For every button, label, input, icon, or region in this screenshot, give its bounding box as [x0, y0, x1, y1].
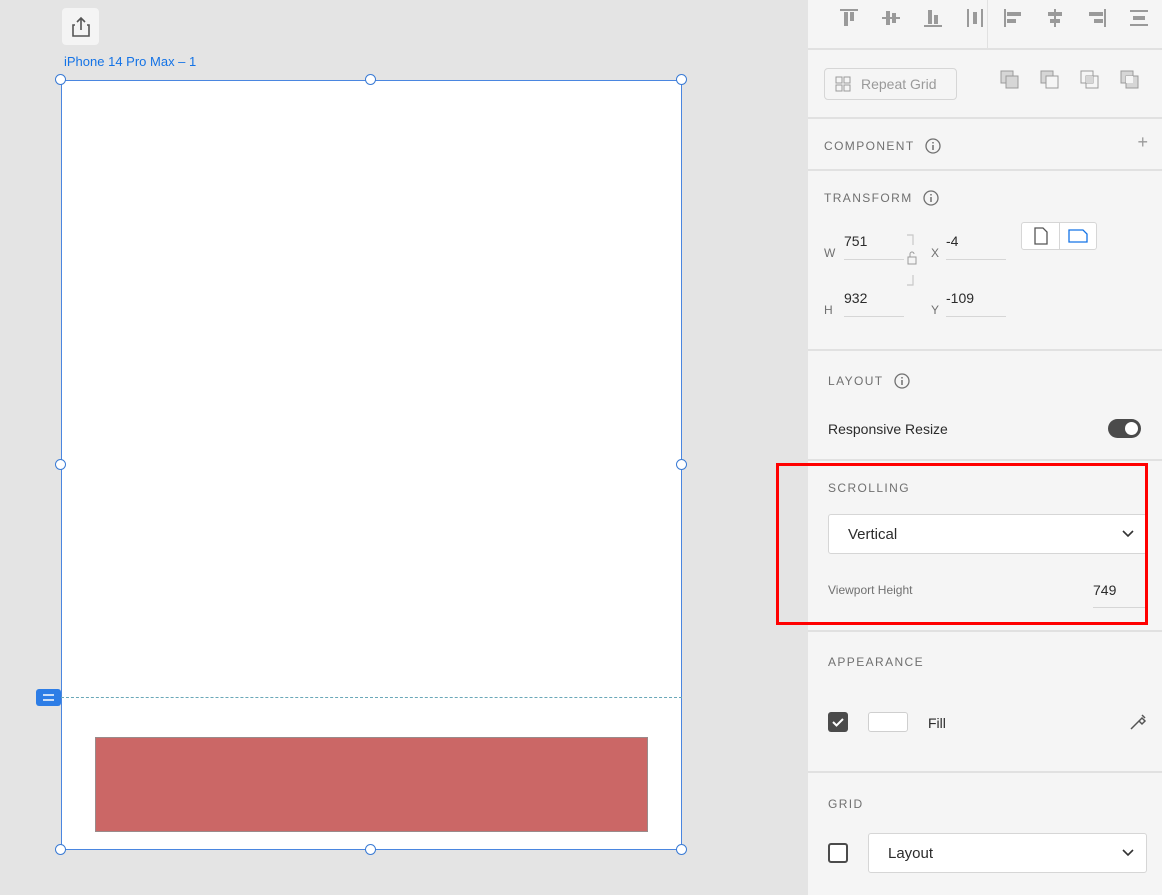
viewport-height-line[interactable]: [61, 697, 682, 698]
resize-handle-top-left[interactable]: [55, 74, 66, 85]
align-middle-icon[interactable]: [870, 4, 912, 32]
boolean-intersect-icon[interactable]: [1080, 70, 1100, 90]
component-section: COMPONENT +: [808, 119, 1162, 171]
align-top-icon[interactable]: [828, 4, 870, 32]
info-icon[interactable]: [922, 190, 939, 206]
fill-color-swatch[interactable]: [868, 712, 908, 732]
repeat-grid-button[interactable]: Repeat Grid: [824, 68, 957, 100]
resize-handle-bottom[interactable]: [365, 844, 376, 855]
transform-section: TRANSFORM W 751 H 932 X -4 Y -109: [808, 171, 1162, 351]
transform-title: TRANSFORM: [824, 191, 913, 205]
lock-aspect-icon[interactable]: [905, 233, 919, 287]
align-toolbar: [808, 0, 1162, 50]
align-left-icon[interactable]: [992, 4, 1034, 32]
eyedropper-icon[interactable]: [1128, 712, 1148, 732]
fill-checkbox[interactable]: [828, 712, 848, 732]
info-icon[interactable]: [893, 373, 910, 389]
distribute-horizontal-icon[interactable]: [1118, 4, 1160, 32]
x-input[interactable]: -4: [946, 233, 1006, 260]
fill-label: Fill: [928, 715, 946, 731]
resize-handle-right[interactable]: [676, 459, 687, 470]
height-input[interactable]: 932: [844, 290, 904, 317]
boolean-subtract-icon[interactable]: [1040, 70, 1060, 90]
responsive-resize-toggle[interactable]: [1108, 419, 1141, 438]
appearance-section: APPEARANCE Fill: [808, 632, 1162, 773]
width-input[interactable]: 751: [844, 233, 904, 260]
resize-handle-bottom-left[interactable]: [55, 844, 66, 855]
info-icon[interactable]: [924, 138, 941, 154]
repeat-grid-label: Repeat Grid: [861, 76, 937, 92]
boolean-exclude-icon[interactable]: [1120, 70, 1140, 90]
grid-section: GRID Layout: [808, 773, 1162, 895]
checkmark-icon: [832, 718, 844, 727]
layout-title: LAYOUT: [828, 374, 884, 388]
align-bottom-icon[interactable]: [912, 4, 954, 32]
component-title: COMPONENT: [824, 139, 915, 153]
x-label: X: [931, 246, 940, 260]
grid-type-dropdown[interactable]: Layout: [868, 833, 1147, 873]
artboard-name[interactable]: iPhone 14 Pro Max – 1: [64, 54, 196, 69]
orientation-toggle: [1021, 222, 1097, 250]
grid-checkbox[interactable]: [828, 843, 848, 863]
artboard[interactable]: [61, 80, 682, 850]
grid-icon: [835, 76, 851, 92]
add-component-button[interactable]: +: [1137, 132, 1148, 153]
grid-type-value: Layout: [888, 844, 934, 862]
align-center-icon[interactable]: [1034, 4, 1076, 32]
height-label: H: [824, 303, 833, 317]
share-button[interactable]: [62, 8, 99, 45]
x-field[interactable]: X -4: [931, 233, 1006, 260]
boolean-add-icon[interactable]: [1000, 70, 1020, 90]
distribute-vertical-icon[interactable]: [954, 4, 996, 32]
resize-handle-top[interactable]: [365, 74, 376, 85]
toolbar-divider: [987, 0, 988, 48]
landscape-icon: [1068, 229, 1088, 243]
layout-section: LAYOUT Responsive Resize: [808, 351, 1162, 461]
height-field[interactable]: H 932: [824, 290, 904, 317]
y-label: Y: [931, 303, 940, 317]
resize-handle-bottom-right[interactable]: [676, 844, 687, 855]
width-label: W: [824, 246, 836, 260]
portrait-button[interactable]: [1022, 223, 1059, 249]
resize-handle-top-right[interactable]: [676, 74, 687, 85]
align-right-icon[interactable]: [1076, 4, 1118, 32]
appearance-title: APPEARANCE: [828, 655, 925, 669]
portrait-icon: [1033, 227, 1048, 245]
share-icon: [71, 16, 90, 37]
width-field[interactable]: W 751: [824, 233, 904, 260]
repeat-grid-row: Repeat Grid: [808, 50, 1162, 119]
property-inspector: Repeat Grid COMPONENT + TRANSFORM W 751 …: [808, 0, 1162, 895]
responsive-resize-label: Responsive Resize: [828, 421, 948, 437]
grid-title: GRID: [828, 797, 864, 811]
design-canvas[interactable]: iPhone 14 Pro Max – 1: [0, 0, 808, 895]
y-field[interactable]: Y -109: [931, 290, 1006, 317]
y-input[interactable]: -109: [946, 290, 1006, 317]
drag-handle-icon: [43, 694, 54, 701]
annotation-highlight-box: [776, 463, 1148, 625]
red-rectangle[interactable]: [95, 737, 648, 832]
resize-handle-left[interactable]: [55, 459, 66, 470]
landscape-button[interactable]: [1059, 223, 1096, 249]
viewport-handle[interactable]: [36, 689, 61, 706]
chevron-down-icon: [1122, 849, 1134, 857]
